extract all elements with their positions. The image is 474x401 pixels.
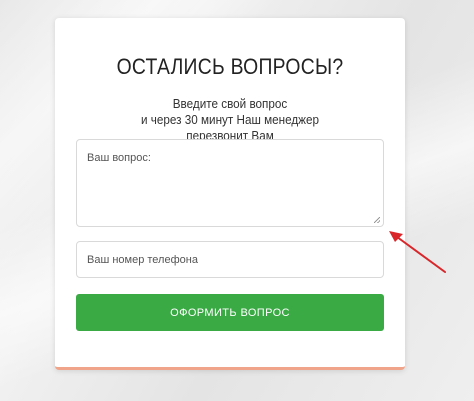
subtitle-line: и через 30 минут Наш менеджер	[140, 112, 320, 127]
red-arrow-icon	[389, 231, 446, 273]
phone-input[interactable]	[76, 241, 384, 278]
question-textarea[interactable]	[77, 140, 383, 226]
question-field-wrapper	[76, 139, 384, 227]
question-form-card: ОСТАЛИСЬ ВОПРОСЫ? Введите свой вопрос и …	[55, 18, 405, 370]
form-title: ОСТАЛИСЬ ВОПРОСЫ?	[116, 54, 344, 79]
submit-question-button[interactable]: ОФОРМИТЬ ВОПРОС	[76, 294, 384, 331]
resize-handle-icon[interactable]	[374, 217, 380, 223]
form-subtitle: Введите свой вопрос и через 30 минут Наш…	[73, 96, 388, 144]
subtitle-line: Введите свой вопрос	[172, 96, 288, 111]
